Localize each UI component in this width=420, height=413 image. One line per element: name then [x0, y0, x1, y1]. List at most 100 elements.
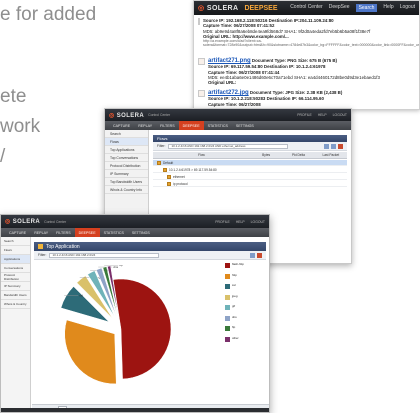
capture-time: Capture Time: 06/27/2008	[208, 101, 261, 107]
refresh-icon[interactable]	[250, 252, 255, 258]
tab-capture[interactable]: CAPTURE	[5, 228, 30, 237]
legend-item[interactable]: ssl	[225, 283, 269, 295]
legend-label: other	[232, 335, 239, 340]
logout-link[interactable]: LOGOUT	[333, 113, 347, 117]
export-icon[interactable]	[331, 143, 336, 149]
artifact-link[interactable]: artifact272.jpg	[208, 90, 249, 96]
logout-link[interactable]: LOGOUT	[251, 220, 265, 224]
artifact-thumbnail[interactable]	[198, 18, 200, 25]
table-row[interactable]: ethernet	[153, 174, 347, 180]
background-text-line-4: /	[0, 146, 6, 167]
column-header[interactable]: Pkt Delta	[282, 152, 314, 158]
sidebar-item-flows[interactable]: Flows	[105, 138, 148, 146]
capture-time: Capture Time: 06/27/2008 07:41:52	[203, 23, 275, 29]
sidebar-item-protocol-distribution[interactable]: Protocol Distribution	[1, 273, 30, 282]
sidebar-item-whois[interactable]: Whois & Country Info	[105, 186, 148, 194]
app-header-bar: ◎ SOLERA Control Center PROFILE HELP LOG…	[1, 215, 269, 228]
filter-input[interactable]: 10.1.2.4/16 AND 192.168.2.0/24	[49, 252, 160, 258]
flow-icon	[167, 181, 171, 186]
tab-deepsee[interactable]: DEEPSEE	[178, 121, 204, 130]
capture-time: Capture Time: 06/27/2008 07:41:44	[208, 69, 280, 75]
sidebar-item-conversations[interactable]: Conversations	[1, 264, 30, 273]
sidebar-item-ip-summary[interactable]: IP Summary	[1, 282, 30, 291]
sidebar-item-applications[interactable]: Applications	[1, 255, 30, 264]
column-header[interactable]: Last Packet	[315, 152, 347, 158]
tab-filters[interactable]: FILTERS	[156, 121, 179, 130]
background-text-line-3: work	[0, 116, 41, 137]
legend-item[interactable]: flash-http	[225, 262, 269, 274]
sidebar-item-protocol-distribution[interactable]: Protocol Distribution	[105, 162, 148, 170]
table-row[interactable]: 10.1.2.4:61978 > 69.117.59.54:80	[153, 167, 347, 173]
close-icon[interactable]	[338, 143, 343, 149]
row-label: Default	[163, 160, 174, 165]
source-ip: Source IP: 10.1.2.218:50283 Destination …	[208, 96, 324, 102]
column-header[interactable]: Bytes	[250, 152, 282, 158]
legend-label: jpeg	[232, 293, 238, 298]
legend-label: flash-http	[232, 262, 244, 266]
tab-capture[interactable]: CAPTURE	[109, 121, 134, 130]
nav-search[interactable]: Search	[355, 4, 378, 12]
report-header-bar: ◎ SOLERA DEEPSEE Control Center DeepSee …	[194, 1, 419, 15]
deepsee-logo: DEEPSEE	[244, 4, 278, 12]
table-row[interactable]: Default	[153, 160, 347, 166]
nav-logout[interactable]: Logout	[400, 4, 415, 12]
help-link[interactable]: HELP	[236, 220, 245, 224]
solera-logo: ◎ SOLERA	[109, 112, 145, 119]
pie-slice-label: other	[124, 265, 131, 266]
close-icon[interactable]	[257, 252, 262, 258]
sidebar-item-search[interactable]: Search	[1, 237, 30, 246]
legend-item[interactable]: other	[225, 335, 269, 348]
main-tabs: CAPTURE REPLAY FILTERS DEEPSEE STATISTIC…	[105, 121, 351, 130]
legend-swatch	[225, 326, 230, 331]
profile-link[interactable]: PROFILE	[215, 220, 230, 224]
tab-statistics[interactable]: STATISTICS	[204, 121, 232, 130]
sidebar-item-search[interactable]: Search	[105, 130, 148, 138]
legend-swatch	[225, 263, 230, 268]
tab-replay[interactable]: REPLAY	[134, 121, 156, 130]
tab-settings[interactable]: SETTINGS	[232, 121, 258, 130]
pie-slice-flash-http[interactable]	[112, 278, 172, 380]
top-application-window: ◎ SOLERA Control Center PROFILE HELP LOG…	[0, 214, 270, 413]
toolbar-icons	[324, 143, 343, 149]
help-link[interactable]: HELP	[318, 113, 327, 117]
filter-label: Filter:	[157, 144, 166, 148]
legend-swatch	[225, 336, 230, 342]
profile-link[interactable]: PROFILE	[297, 113, 312, 117]
artifact-thumbnail[interactable]	[198, 58, 205, 65]
sidebar-item-ip-summary[interactable]: IP Summary	[105, 170, 148, 178]
nav-help[interactable]: Help	[383, 4, 393, 12]
sidebar-item-top-conversations[interactable]: Top Conversations	[105, 154, 148, 162]
legend-item[interactable]: ftp	[225, 325, 269, 337]
sidebar-item-top-applications[interactable]: Top Applications	[105, 146, 148, 154]
column-header[interactable]: Flow	[153, 152, 250, 158]
background-text-line-2: ete	[0, 86, 27, 107]
url-text: http://a.example.com/d/ad?client=ca-sole…	[203, 39, 420, 48]
tab-deepsee[interactable]: DEEPSEE	[74, 228, 100, 237]
composite-screenshot: e for added ete work / ◎ SOLERA DEEPSEE …	[0, 0, 420, 413]
legend-item[interactable]: gif	[225, 304, 269, 316]
tab-replay[interactable]: REPLAY	[30, 228, 52, 237]
sidebar-item-bandwidth-users[interactable]: Bandwidth Users	[1, 291, 30, 300]
app-subtitle: Control Center	[148, 113, 171, 117]
nav-deepsee[interactable]: DeepSee	[329, 4, 350, 12]
refresh-icon[interactable]	[324, 143, 329, 149]
artifact-link[interactable]: artifact271.png	[208, 58, 251, 64]
row-label: ip protocol	[173, 181, 188, 186]
tab-filters[interactable]: FILTERS	[52, 228, 75, 237]
sidebar-item-flows[interactable]: Flows	[1, 246, 30, 255]
legend-label: http	[232, 272, 237, 277]
sidebar-item-whois[interactable]: Whois & Country	[1, 300, 30, 309]
pie-slice-http[interactable]	[64, 319, 117, 385]
panel-title: Flows	[153, 135, 347, 142]
nav-control-center[interactable]: Control Center	[290, 4, 323, 12]
table-row[interactable]: ip protocol	[153, 181, 347, 187]
sidebar-item-bandwidth-users[interactable]: Top Bandwidth Users	[105, 178, 148, 186]
panel-title-text: Flows	[157, 136, 168, 141]
artifact-thumbnail[interactable]	[198, 90, 205, 97]
legend-label: gif	[232, 304, 236, 308]
tab-settings[interactable]: SETTINGS	[128, 228, 154, 237]
toolbar-icons	[250, 252, 262, 258]
tab-statistics[interactable]: STATISTICS	[100, 228, 128, 237]
app-header-bar: ◎ SOLERA Control Center PROFILE HELP LOG…	[105, 109, 351, 121]
filter-input[interactable]: 10.1.2.4/16 AND 192.168.2.0/24 AND ether…	[168, 143, 289, 149]
